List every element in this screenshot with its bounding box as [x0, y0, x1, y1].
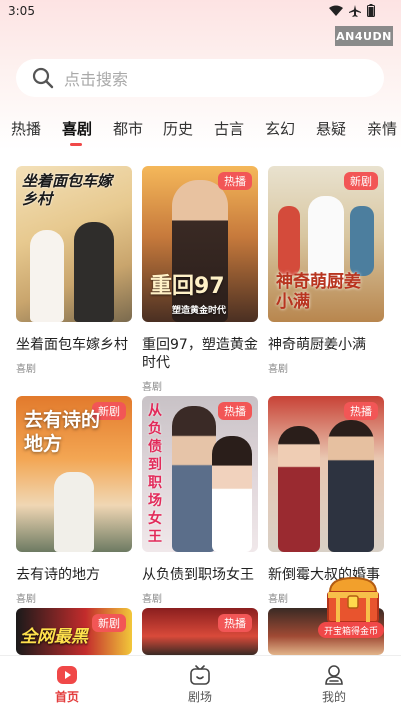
poster-figure — [278, 206, 300, 276]
poster-title-art: 全网最黑 — [20, 627, 88, 647]
status-time: 3:05 — [8, 4, 35, 18]
bottom-nav: 首页 剧场 我的 — [0, 655, 401, 713]
nav-theater-label: 剧场 — [187, 690, 212, 704]
search-placeholder: 点击搜索 — [64, 70, 129, 89]
active-tab-indicator — [70, 143, 82, 146]
nav-home[interactable]: 首页 — [27, 664, 107, 705]
drama-title[interactable]: 坐着面包车嫁乡村 — [16, 336, 132, 354]
poster-figure — [172, 406, 216, 552]
poster-figure — [74, 222, 114, 322]
drama-title[interactable]: 重回97，塑造黄金时代 — [142, 336, 258, 372]
tab-history[interactable]: 历史 — [163, 118, 193, 139]
poster-title-art: 神奇萌厨姜小满 — [276, 272, 361, 312]
tab-urban[interactable]: 都市 — [113, 118, 143, 139]
drama-poster[interactable]: 坐着面包车嫁乡村 — [16, 166, 132, 322]
treasure-chest-label[interactable]: 开宝箱得金币 — [318, 622, 384, 638]
poster-figure — [328, 420, 374, 552]
status-bar: 3:05 — [0, 0, 401, 24]
drama-poster[interactable]: 新剧 神奇萌厨姜小满 — [268, 166, 384, 322]
nav-theater[interactable]: 剧场 — [160, 664, 240, 705]
poster-figure — [212, 436, 252, 552]
category-tabs: 热播 喜剧 都市 历史 古言 玄幻 悬疑 亲情 — [0, 118, 401, 150]
drama-poster[interactable]: 热播 从负债到职场女王 — [142, 396, 258, 552]
airplane-icon — [349, 4, 361, 17]
wifi-icon — [329, 5, 343, 16]
search-icon — [32, 67, 54, 89]
tab-comedy[interactable]: 喜剧 — [62, 118, 92, 139]
poster-figure — [278, 426, 320, 552]
drama-genre: 喜剧 — [16, 594, 36, 605]
drama-poster[interactable]: 新剧 全网最黑 — [16, 608, 132, 655]
badge-hot: 热播 — [218, 402, 252, 420]
battery-icon — [367, 4, 375, 17]
tab-hot[interactable]: 热播 — [11, 118, 41, 139]
poster-title-art: 从负债到职场女王 — [148, 403, 162, 545]
search-bar[interactable]: 点击搜索 — [16, 59, 384, 97]
poster-figure — [350, 206, 374, 276]
drama-card[interactable]: 热播 重回97 塑造黄金时代 重回97，塑造黄金时代 喜剧 — [142, 166, 258, 393]
treasure-chest-widget[interactable]: 开宝箱得金币 — [318, 574, 388, 638]
drama-card[interactable]: 热播 从负债到职场女王 从负债到职场女王 喜剧 — [142, 396, 258, 605]
tab-fantasy[interactable]: 玄幻 — [265, 118, 295, 139]
home-play-icon — [57, 666, 77, 684]
tab-family[interactable]: 亲情 — [367, 118, 397, 139]
drama-poster[interactable]: 新剧 去有诗的地方 — [16, 396, 132, 552]
tv-icon — [190, 665, 210, 685]
badge-new: 新剧 — [92, 614, 126, 632]
user-icon — [325, 665, 343, 685]
drama-title[interactable]: 从负债到职场女王 — [142, 566, 258, 584]
drama-card[interactable]: 新剧 全网最黑 — [16, 608, 132, 655]
badge-new: 新剧 — [344, 172, 378, 190]
drama-title[interactable]: 神奇萌厨姜小满 — [268, 336, 384, 354]
nav-profile-label: 我的 — [321, 690, 346, 704]
tab-ancient-romance[interactable]: 古言 — [214, 118, 244, 139]
poster-subtitle-art: 塑造黄金时代 — [172, 306, 227, 316]
drama-poster[interactable]: 热播 — [142, 608, 258, 655]
drama-genre: 喜剧 — [142, 382, 162, 393]
drama-card[interactable]: 新剧 神奇萌厨姜小满 神奇萌厨姜小满 喜剧 — [268, 166, 384, 375]
drama-genre: 喜剧 — [142, 594, 162, 605]
badge-hot: 热播 — [218, 614, 252, 632]
status-icons — [329, 4, 375, 17]
drama-card[interactable]: 新剧 去有诗的地方 去有诗的地方 喜剧 — [16, 396, 132, 605]
drama-poster[interactable]: 热播 重回97 塑造黄金时代 — [142, 166, 258, 322]
poster-figure — [172, 180, 228, 322]
poster-figure — [54, 472, 94, 552]
poster-title-art: 去有诗的地方 — [24, 409, 101, 455]
drama-card[interactable]: 热播 — [142, 608, 258, 655]
nav-profile[interactable]: 我的 — [294, 664, 374, 705]
treasure-chest-icon — [327, 576, 379, 623]
drama-genre: 喜剧 — [268, 364, 288, 375]
badge-hot: 热播 — [218, 172, 252, 190]
poster-figure — [30, 230, 64, 322]
nav-home-label: 首页 — [54, 690, 79, 704]
watermark: AN4UDN — [335, 26, 393, 46]
tab-suspense[interactable]: 悬疑 — [316, 118, 346, 139]
drama-poster[interactable]: 热播 — [268, 396, 384, 552]
drama-card[interactable]: 坐着面包车嫁乡村 坐着面包车嫁乡村 喜剧 — [16, 166, 132, 375]
drama-title[interactable]: 去有诗的地方 — [16, 566, 132, 584]
poster-title-art: 坐着面包车嫁乡村 — [22, 172, 113, 208]
poster-title-art: 重回97 — [150, 274, 225, 299]
badge-hot: 热播 — [344, 402, 378, 420]
drama-genre: 喜剧 — [16, 364, 36, 375]
